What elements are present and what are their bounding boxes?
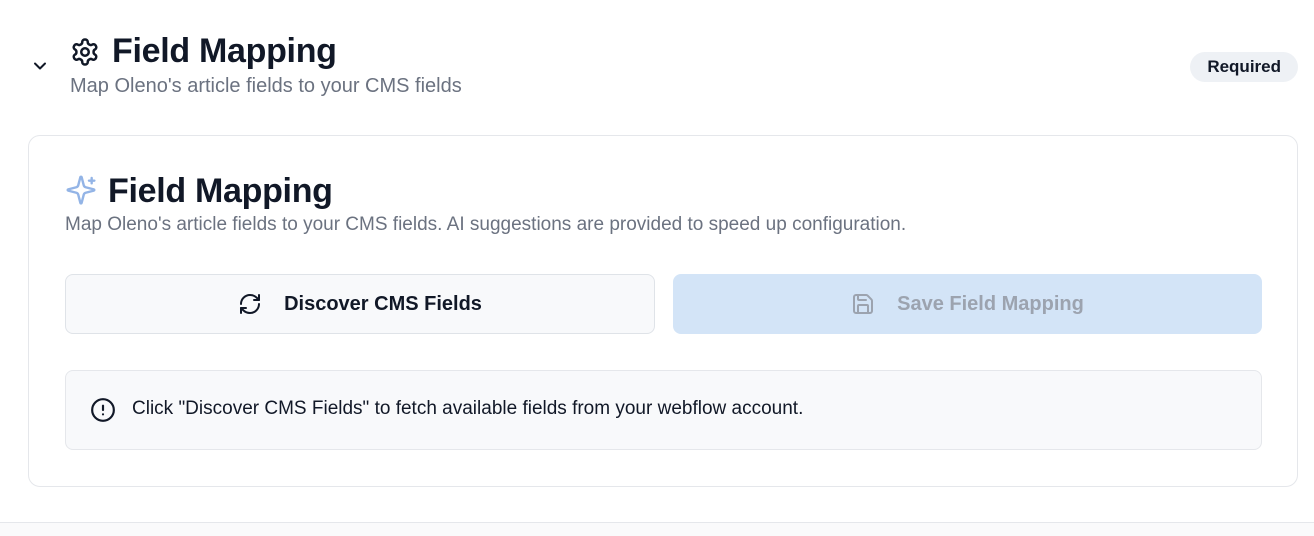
save-button-label: Save Field Mapping xyxy=(897,292,1084,315)
section-title: Field Mapping xyxy=(112,32,337,70)
save-icon xyxy=(851,292,875,316)
discover-cms-fields-button[interactable]: Discover CMS Fields xyxy=(65,274,655,334)
discover-hint-alert: Click "Discover CMS Fields" to fetch ava… xyxy=(65,370,1262,450)
info-circle-icon xyxy=(91,398,115,422)
gear-icon xyxy=(72,38,98,66)
section-subtitle: Map Oleno's article fields to your CMS f… xyxy=(70,75,462,97)
sparkles-icon xyxy=(66,175,96,205)
required-badge: Required xyxy=(1190,52,1298,82)
chevron-down-icon xyxy=(34,62,46,70)
collapse-toggle[interactable] xyxy=(28,54,52,78)
alert-message: Click "Discover CMS Fields" to fetch ava… xyxy=(132,398,804,419)
section-header: Field Mapping Map Oleno's article fields… xyxy=(0,0,1314,110)
discover-button-label: Discover CMS Fields xyxy=(284,292,482,315)
card-title: Field Mapping xyxy=(108,172,333,210)
field-mapping-card: Field Mapping Map Oleno's article fields… xyxy=(28,135,1298,487)
card-description: Map Oleno's article fields to your CMS f… xyxy=(65,214,907,235)
next-section-edge xyxy=(0,523,1314,536)
refresh-icon xyxy=(238,292,262,316)
save-field-mapping-button[interactable]: Save Field Mapping xyxy=(673,274,1262,334)
